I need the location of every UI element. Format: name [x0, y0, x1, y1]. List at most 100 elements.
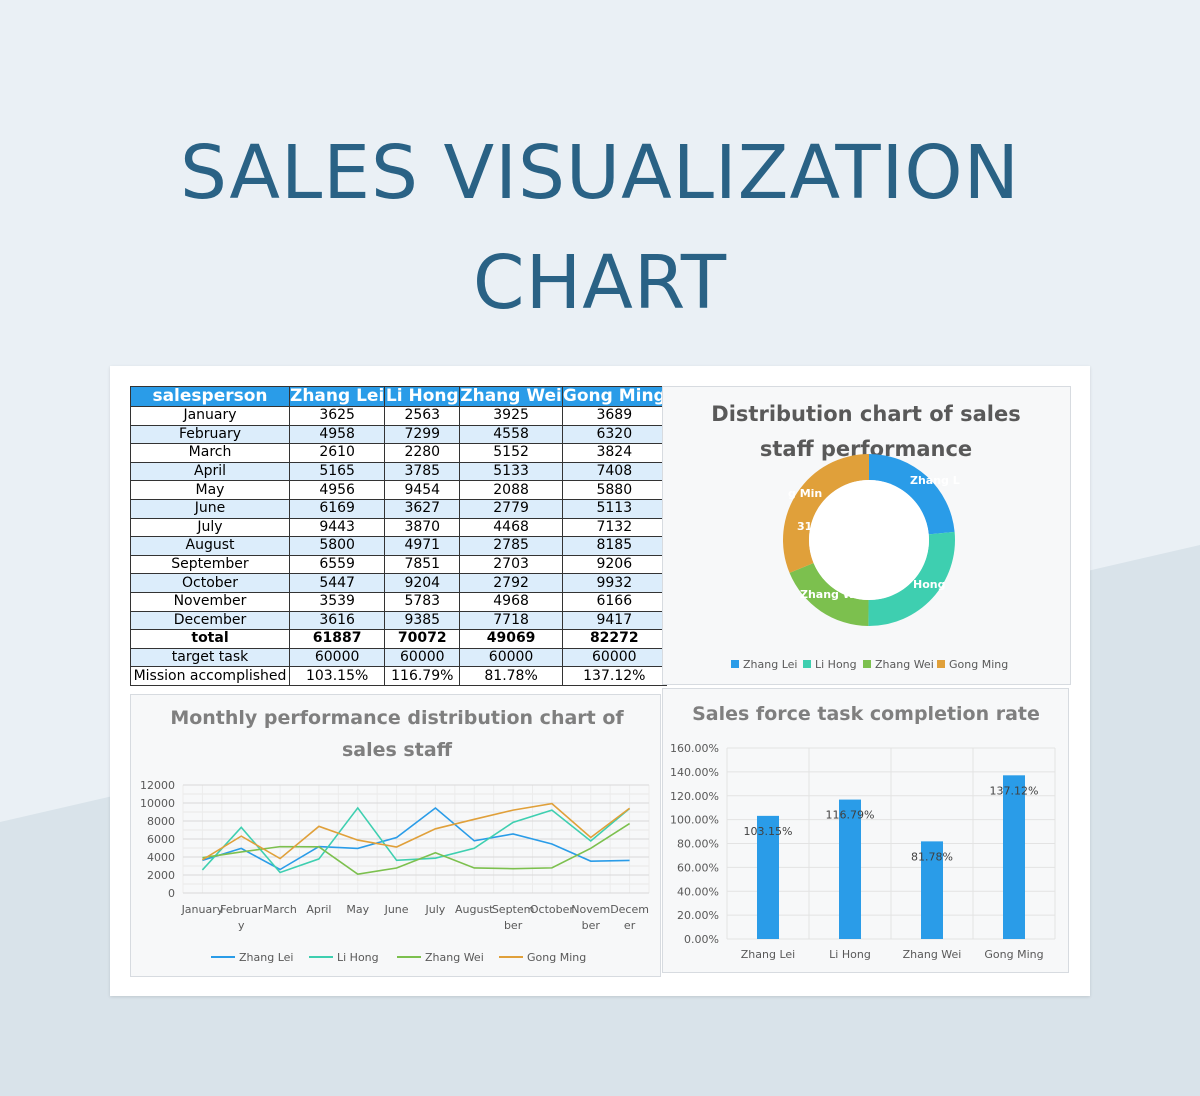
table-row: total 61887 70072 49069 82272 [130, 629, 667, 649]
table-cell: 5800 [288, 536, 386, 556]
y-tick-label: 100.00% [670, 814, 719, 827]
table-cell: 3925 [459, 406, 563, 426]
y-tick-label: 4000 [147, 851, 175, 864]
y-tick-label: 2000 [147, 869, 175, 882]
slice-label: 31 [797, 520, 812, 533]
table-header-cell: Zhang Lei [288, 386, 386, 407]
y-tick-label: 12000 [140, 779, 175, 792]
table-cell: November [130, 591, 290, 612]
table-row: July 9443 3870 4468 7132 [130, 517, 667, 538]
donut-chart-panel: Distribution chart of sales staff perform… [662, 386, 1071, 685]
table-cell: 2792 [459, 573, 563, 593]
table-row: August 5800 4971 2785 8185 [130, 536, 667, 556]
x-tick-label: Zhang Wei [903, 948, 962, 961]
y-tick-label: 60.00% [677, 861, 719, 874]
table-cell: 2563 [384, 406, 461, 426]
table-cell: 60000 [384, 647, 461, 668]
legend-label: Gong Ming [527, 951, 586, 964]
table-cell: 3627 [384, 498, 461, 519]
table-cell: December [130, 610, 290, 631]
donut-chart: Distribution chart of salesstaff perform… [711, 402, 1020, 671]
table-header-cell: salesperson [130, 386, 290, 407]
x-tick-label: May [346, 903, 369, 916]
legend-label: Gong Ming [949, 658, 1008, 671]
table-cell: 3616 [288, 610, 386, 631]
table-cell: 9385 [384, 610, 461, 631]
x-tick-label: Februar [220, 903, 263, 916]
y-tick-label: 140.00% [670, 766, 719, 779]
table-cell: 2779 [459, 498, 563, 519]
donut-hole [809, 480, 929, 600]
data-label: 116.79% [826, 809, 875, 822]
x-tick-label: January [181, 903, 224, 916]
x-tick-label: April [306, 903, 331, 916]
table-cell: March [130, 443, 290, 463]
table-row: September 6559 7851 2703 9206 [130, 554, 667, 575]
x-tick-label: Zhang Lei [741, 948, 795, 961]
table-cell: 3539 [288, 591, 386, 612]
table-cell: 9932 [561, 573, 667, 593]
table-header-row: salesperson Zhang Lei Li Hong Zhang Wei Gong… [130, 386, 667, 407]
x-tick-label: Novem [571, 903, 610, 916]
table-cell: 7408 [561, 461, 667, 482]
table-cell: 81.78% [459, 666, 563, 686]
table-cell: 5113 [561, 498, 667, 519]
x-tick-label: October [530, 903, 574, 916]
y-tick-label: 40.00% [677, 885, 719, 898]
slice-label: Zhang L [910, 474, 960, 487]
table-cell: 4468 [459, 517, 563, 538]
page-title-line-1: SALES VISUALIZATION [180, 130, 1020, 216]
x-tick-label: Li Hong [829, 948, 871, 961]
table-cell: 61887 [288, 629, 386, 649]
table-cell: 4558 [459, 424, 563, 445]
table-cell: 4971 [384, 536, 461, 556]
table-row: December 3616 9385 7718 9417 [130, 610, 667, 631]
table-cell: June [130, 498, 290, 519]
bar-chart-panel: Sales force task completion rate 0.00% 20.… [662, 688, 1069, 973]
table-cell: 6559 [288, 554, 386, 575]
table-row: October 5447 9204 2792 9932 [130, 573, 667, 593]
table-cell: total [130, 629, 290, 649]
legend-swatch [863, 660, 871, 668]
x-tick-label: ber [504, 919, 523, 932]
page-title: SALES VISUALIZATION CHART [0, 118, 1200, 338]
table-cell: 9454 [384, 480, 461, 500]
x-tick-label: Decem [610, 903, 649, 916]
table-row: March 2610 2280 5152 3824 [130, 443, 667, 463]
chart-title: Monthly performance distribution chart o… [170, 707, 624, 729]
table-cell: Mission accomplished [130, 666, 290, 686]
legend-swatch [937, 660, 945, 668]
table-cell: 2610 [288, 443, 386, 463]
legend-swatch [803, 660, 811, 668]
table-cell: 9204 [384, 573, 461, 593]
legend-label: Zhang Lei [743, 658, 797, 671]
table-cell: 5152 [459, 443, 563, 463]
table-cell: 4958 [288, 424, 386, 445]
table-cell: February [130, 424, 290, 445]
table-cell: 5880 [561, 480, 667, 500]
x-tick-label: Gong Ming [984, 948, 1043, 961]
table-cell: 60000 [288, 647, 386, 668]
y-tick-label: 160.00% [670, 742, 719, 755]
table-cell: 3689 [561, 406, 667, 426]
table-cell: 5447 [288, 573, 386, 593]
x-tick-label: y [238, 919, 245, 932]
legend-label: Zhang Wei [425, 951, 484, 964]
table-cell: 7299 [384, 424, 461, 445]
table-cell: 4956 [288, 480, 386, 500]
bar [1003, 775, 1025, 939]
y-tick-label: 80.00% [677, 838, 719, 851]
legend-label: Zhang Lei [239, 951, 293, 964]
table-cell: 7718 [459, 610, 563, 631]
y-tick-label: 10000 [140, 797, 175, 810]
table-cell: 60000 [459, 647, 563, 668]
line-chart: Monthly performance distribution chart o… [140, 707, 650, 964]
table-cell: May [130, 480, 290, 500]
bar-chart: Sales force task completion rate 0.00% 20.… [670, 703, 1056, 961]
table-cell: 7851 [384, 554, 461, 575]
table-cell: 2280 [384, 443, 461, 463]
table-cell: 116.79% [384, 666, 461, 686]
y-tick-label: 8000 [147, 815, 175, 828]
table-row: May 4956 9454 2088 5880 [130, 480, 667, 500]
table-row: June 6169 3627 2779 5113 [130, 498, 667, 519]
